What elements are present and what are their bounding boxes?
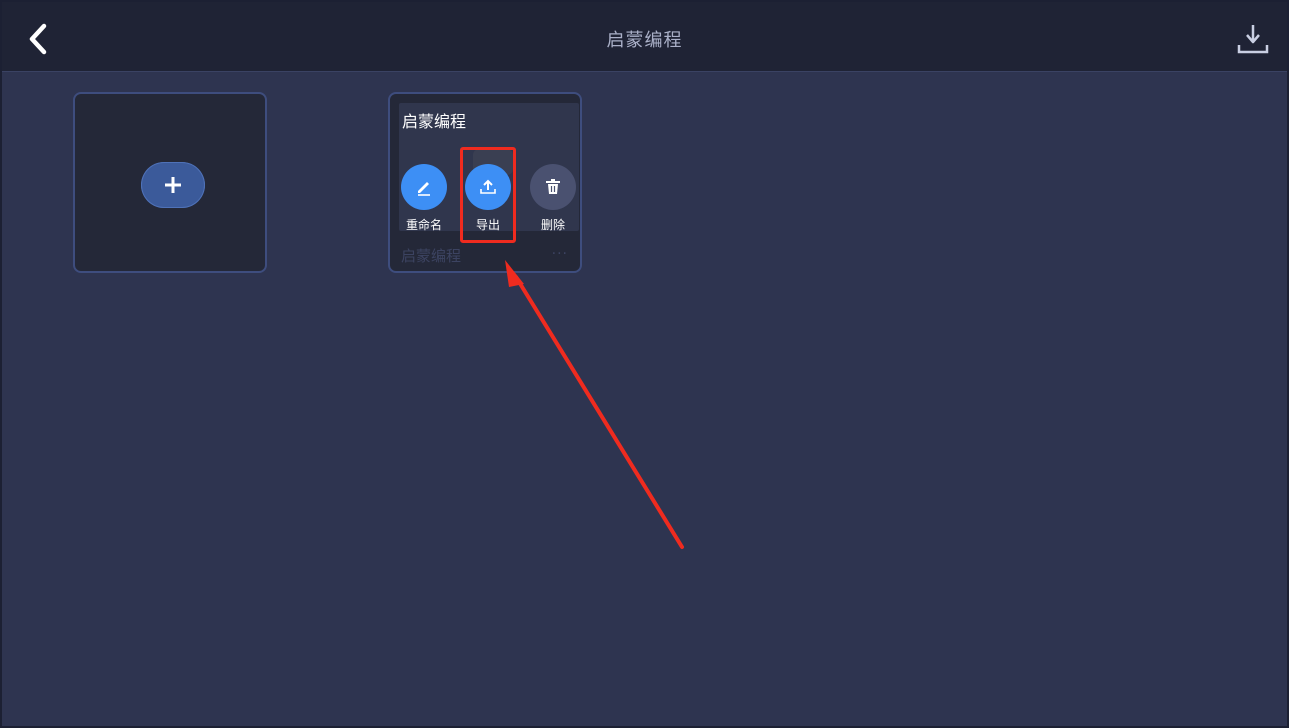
app-window: 启蒙编程 启蒙编程 重命名 导出 删除 启蒙编程 ··· bbox=[0, 0, 1289, 728]
annotation-arrow bbox=[505, 260, 684, 549]
